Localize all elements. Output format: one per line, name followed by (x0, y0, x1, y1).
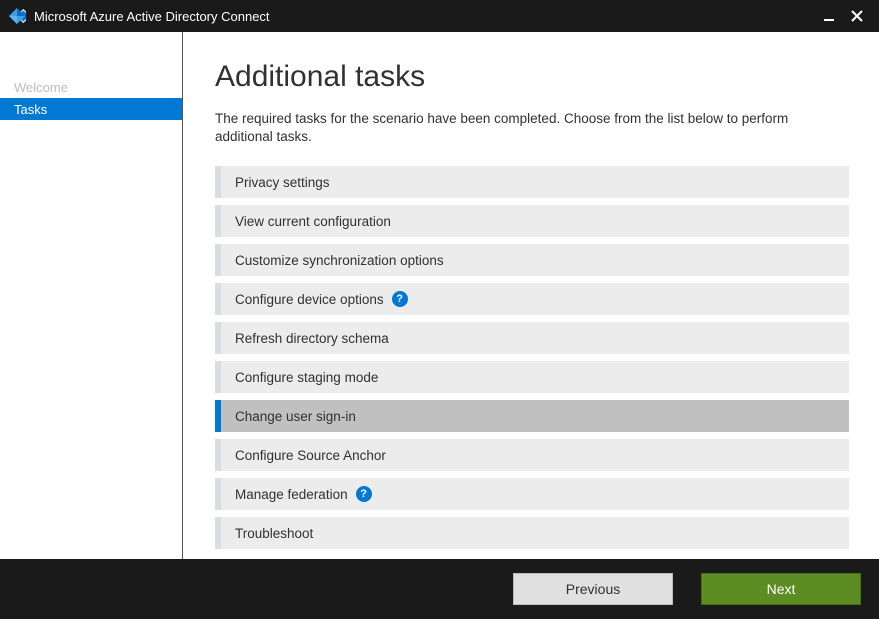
task-item[interactable]: Change user sign-in (215, 400, 849, 432)
main-panel: Additional tasks The required tasks for … (183, 32, 879, 559)
titlebar: Microsoft Azure Active Directory Connect (0, 0, 879, 32)
task-item-label: Configure staging mode (235, 370, 378, 385)
task-list: Privacy settings View current configurati… (215, 166, 849, 549)
task-item-label: Configure Source Anchor (235, 448, 386, 463)
page-description: The required tasks for the scenario have… (215, 110, 849, 146)
next-button[interactable]: Next (701, 573, 861, 605)
task-item[interactable]: Privacy settings (215, 166, 849, 198)
window-title: Microsoft Azure Active Directory Connect (34, 9, 815, 24)
close-button[interactable] (843, 2, 871, 30)
task-item[interactable]: Manage federation? (215, 478, 849, 510)
task-item-label: Manage federation (235, 487, 348, 502)
task-item-label: Privacy settings (235, 175, 330, 190)
task-item[interactable]: Configure device options? (215, 283, 849, 315)
task-item-label: Change user sign-in (235, 409, 356, 424)
task-item-label: Troubleshoot (235, 526, 313, 541)
task-item-label: Customize synchronization options (235, 253, 444, 268)
minimize-button[interactable] (815, 2, 843, 30)
task-item[interactable]: Troubleshoot (215, 517, 849, 549)
page-heading: Additional tasks (215, 60, 849, 94)
task-item[interactable]: View current configuration (215, 205, 849, 237)
task-item[interactable]: Configure Source Anchor (215, 439, 849, 471)
sidebar-item-label: Welcome (14, 80, 68, 95)
sidebar-item-label: Tasks (14, 102, 47, 117)
sidebar-item-welcome[interactable]: Welcome (0, 76, 182, 98)
help-icon[interactable]: ? (356, 486, 372, 502)
help-icon[interactable]: ? (392, 291, 408, 307)
task-item-label: View current configuration (235, 214, 391, 229)
task-item[interactable]: Customize synchronization options (215, 244, 849, 276)
task-item-label: Refresh directory schema (235, 331, 389, 346)
task-item[interactable]: Configure staging mode (215, 361, 849, 393)
task-item[interactable]: Refresh directory schema (215, 322, 849, 354)
body: Welcome Tasks Additional tasks The requir… (0, 32, 879, 559)
sidebar-item-tasks[interactable]: Tasks (0, 98, 182, 120)
task-item-label: Configure device options (235, 292, 384, 307)
sidebar: Welcome Tasks (0, 32, 183, 559)
app-logo-icon (8, 7, 26, 25)
previous-button[interactable]: Previous (513, 573, 673, 605)
footer: Previous Next (0, 559, 879, 619)
